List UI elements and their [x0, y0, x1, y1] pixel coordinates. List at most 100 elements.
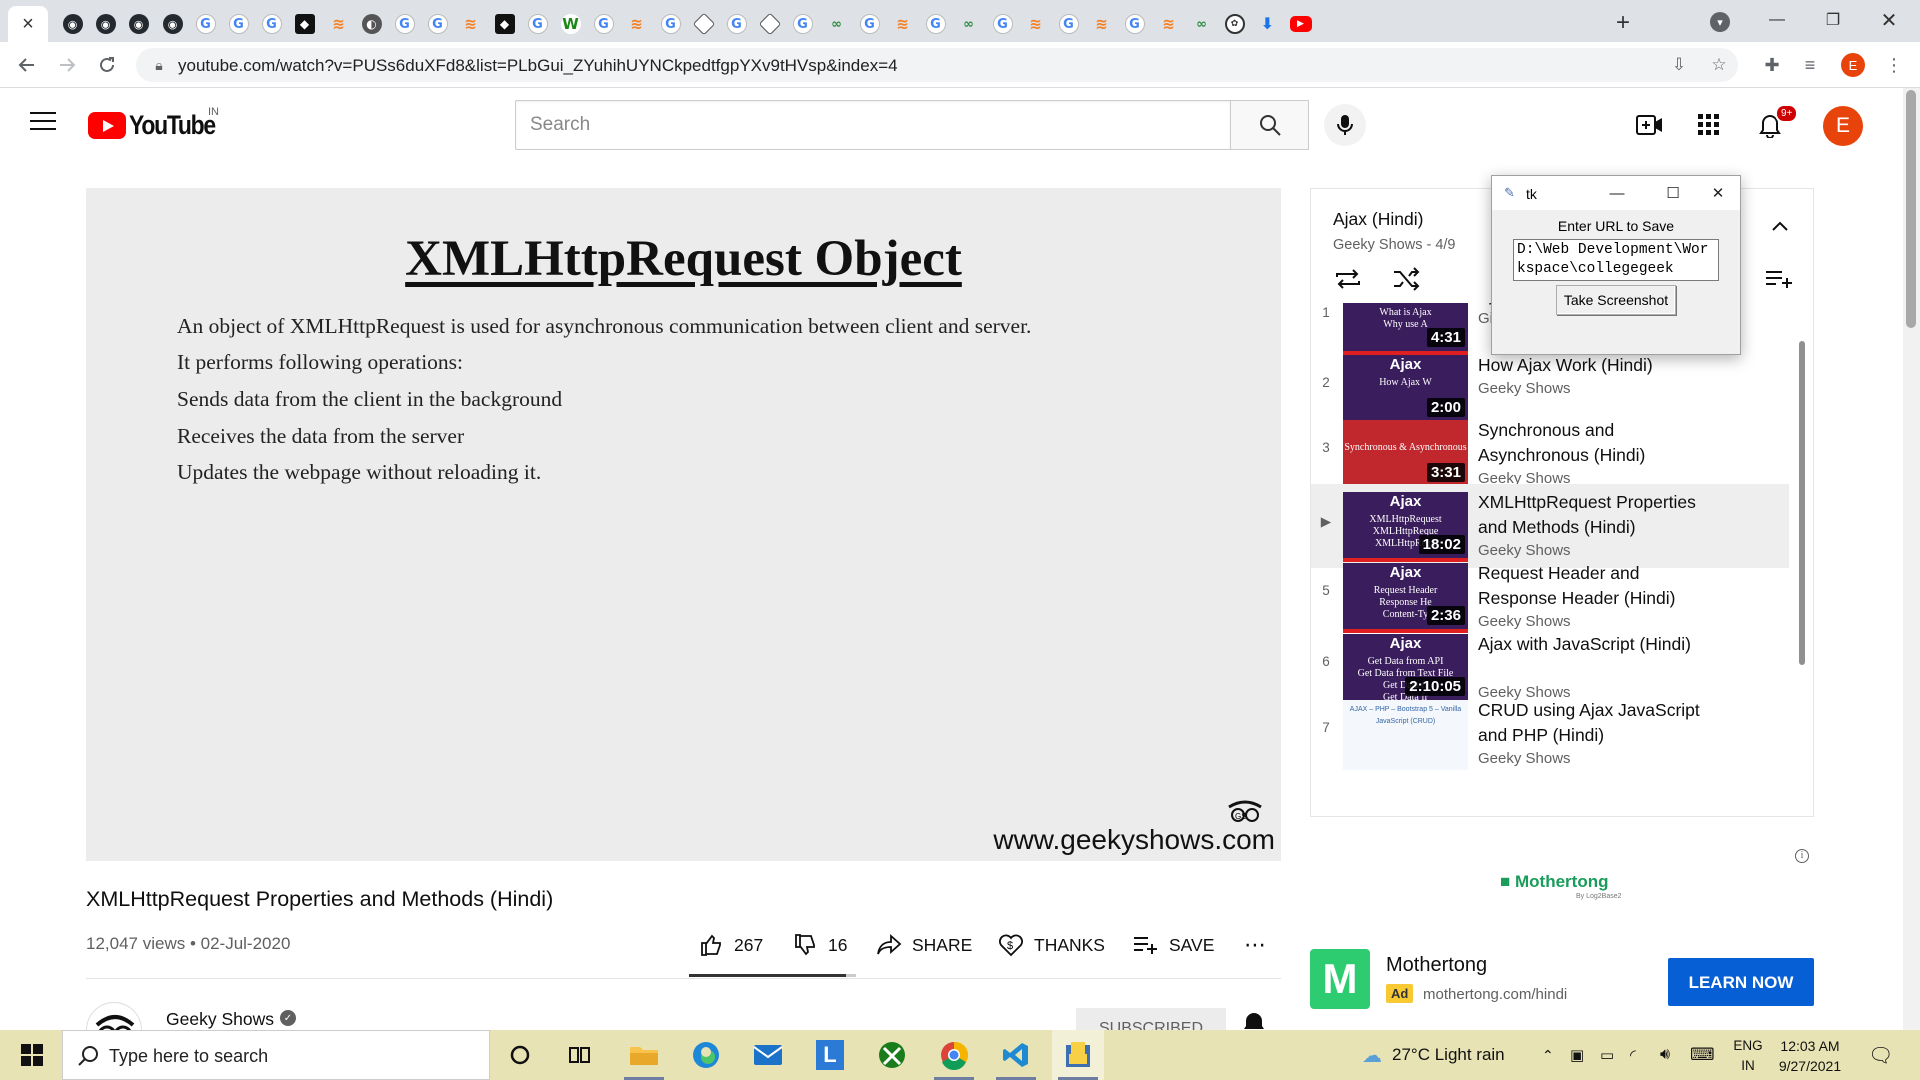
search-button[interactable] — [1230, 100, 1309, 150]
like-button[interactable]: 267 — [700, 930, 763, 960]
browser-tab[interactable]: ◉ — [89, 6, 122, 42]
shuffle-playlist-icon[interactable] — [1392, 267, 1422, 296]
address-bar[interactable]: 🔒︎ youtube.com/watch?v=PUSs6duXFd8&list=… — [136, 48, 1738, 82]
playlist-thumbnail[interactable]: Ajax Request Header Response He Content-T… — [1343, 563, 1468, 633]
ad-info-icon[interactable]: i — [1795, 849, 1809, 863]
lock-icon[interactable]: 🔒︎ — [146, 52, 172, 78]
browser-tab[interactable]: ◉ — [56, 6, 89, 42]
playlist-item-title[interactable]: CRUD using Ajax JavaScript and PHP (Hind… — [1478, 698, 1718, 748]
media-queue-icon[interactable]: ≡ — [1796, 51, 1824, 79]
cortana-button[interactable] — [494, 1030, 546, 1080]
browser-tab[interactable]: ≋ — [1019, 6, 1052, 42]
minimize-window-button[interactable]: — — [1754, 0, 1800, 40]
bookmark-star-icon[interactable]: ☆ — [1706, 52, 1732, 78]
browser-tab[interactable] — [687, 6, 720, 42]
extensions-puzzle-icon[interactable]: ✚ — [1758, 51, 1786, 79]
browser-tab[interactable]: G — [421, 6, 454, 42]
create-video-icon[interactable] — [1635, 110, 1665, 140]
browser-tab[interactable]: W — [554, 6, 587, 42]
channel-name[interactable]: Geeky Shows — [166, 1009, 274, 1030]
active-tab[interactable]: × — [8, 6, 48, 42]
video-player[interactable]: XMLHttpRequest Object An object of XMLHt… — [86, 188, 1281, 861]
collapse-playlist-icon[interactable] — [1771, 219, 1789, 237]
keyboard-icon[interactable]: ⌨ — [1690, 1030, 1715, 1080]
ad-title[interactable]: Mothertong — [1386, 954, 1487, 977]
browser-tab[interactable]: G — [654, 6, 687, 42]
browser-tab[interactable]: ≋ — [620, 6, 653, 42]
playlist-thumbnail[interactable]: AJAX – PHP – Bootstrap 5 – Vanilla JavaS… — [1343, 700, 1468, 770]
task-view-button[interactable] — [554, 1030, 606, 1080]
new-tab-button[interactable]: + — [1606, 8, 1640, 38]
volume-icon[interactable]: 🔊︎ — [1660, 1030, 1670, 1080]
browser-tab[interactable]: G — [521, 6, 554, 42]
tk-maximize-button[interactable]: ☐ — [1650, 176, 1696, 210]
more-actions-button[interactable]: ⋯ — [1244, 930, 1266, 960]
search-input[interactable]: Search — [515, 100, 1231, 150]
browser-tab[interactable]: ≋ — [322, 6, 355, 42]
install-app-icon[interactable]: ⇩ — [1666, 52, 1692, 78]
url-text[interactable]: youtube.com/watch?v=PUSs6duXFd8&list=PLb… — [178, 56, 898, 76]
playlist-scrollbar[interactable] — [1799, 341, 1805, 665]
browser-tab[interactable]: ◉ — [122, 6, 155, 42]
start-button[interactable] — [8, 1030, 56, 1080]
browser-tab[interactable]: ◐ — [355, 6, 388, 42]
playlist-title[interactable]: Ajax (Hindi) — [1333, 209, 1423, 230]
playlist-item-title[interactable]: Ajax with JavaScript (Hindi) — [1478, 632, 1718, 657]
close-window-button[interactable]: ✕ — [1866, 0, 1912, 40]
playlist-item-title[interactable]: Request Header and Response Header (Hind… — [1478, 561, 1718, 611]
apps-grid-icon[interactable] — [1694, 110, 1724, 140]
taskbar-search-box[interactable]: Type here to search — [62, 1030, 490, 1080]
wifi-icon[interactable]: ◜ — [1630, 1030, 1636, 1080]
browser-tab[interactable]: ≋ — [1152, 6, 1185, 42]
tk-minimize-button[interactable]: — — [1594, 176, 1640, 210]
python-app[interactable] — [1052, 1030, 1104, 1080]
browser-tab[interactable]: ∞ — [1185, 6, 1218, 42]
share-button[interactable]: SHARE — [876, 930, 972, 960]
save-playlist-icon[interactable] — [1765, 269, 1793, 294]
ad-learn-now-button[interactable]: LEARN NOW — [1668, 958, 1814, 1006]
vscode-app[interactable] — [990, 1030, 1042, 1080]
browser-tab[interactable]: G — [587, 6, 620, 42]
show-hidden-icons-chevron[interactable]: ⌃ — [1542, 1030, 1554, 1080]
reload-button[interactable] — [92, 50, 122, 80]
browser-tab[interactable]: G — [1118, 6, 1151, 42]
playlist-thumbnail[interactable]: Ajax XMLHttpRequest XMLHttpReque XMLHttpR… — [1343, 492, 1468, 562]
browser-tab[interactable]: G — [255, 6, 288, 42]
playlist-item[interactable]: 7 AJAX – PHP – Bootstrap 5 – Vanilla Java… — [1311, 692, 1789, 776]
tab-search-icon[interactable]: ▾ — [1710, 12, 1730, 32]
account-avatar[interactable]: E — [1823, 106, 1863, 146]
taskbar-clock[interactable]: 12:03 AM 9/27/2021 — [1772, 1036, 1848, 1076]
browser-tab[interactable]: ✿ — [1218, 6, 1251, 42]
page-scrollbar-thumb[interactable] — [1906, 90, 1916, 328]
browser-tab[interactable]: G — [189, 6, 222, 42]
weather-widget[interactable]: ☁ 27°C Light rain — [1362, 1030, 1505, 1080]
file-explorer-app[interactable] — [618, 1030, 670, 1080]
browser-tab[interactable]: G — [1052, 6, 1085, 42]
back-button[interactable] — [12, 50, 42, 80]
browser-tab[interactable]: G — [919, 6, 952, 42]
guide-menu-icon[interactable] — [30, 112, 56, 132]
mail-app[interactable] — [742, 1030, 794, 1080]
tk-url-entry[interactable]: D:\Web Development\Workspace\collegegeek — [1513, 239, 1719, 281]
browser-tab[interactable]: ≋ — [886, 6, 919, 42]
browser-tab[interactable]: ≋ — [454, 6, 487, 42]
playlist-thumbnail[interactable]: Synchronous & Asynchronous 3:31 — [1343, 420, 1468, 490]
dislike-button[interactable]: 16 — [794, 930, 847, 960]
chrome-app[interactable] — [928, 1030, 980, 1080]
browser-tab[interactable]: G — [853, 6, 886, 42]
forward-button[interactable] — [52, 50, 82, 80]
voice-search-button[interactable] — [1324, 104, 1366, 146]
browser-tab[interactable]: G — [986, 6, 1019, 42]
browser-tab[interactable]: ◆ — [288, 6, 321, 42]
maximize-window-button[interactable]: ❐ — [1810, 0, 1856, 40]
edge-app[interactable] — [680, 1030, 732, 1080]
battery-icon[interactable]: ▭ — [1600, 1030, 1614, 1080]
network-device-icon[interactable]: ▣ — [1570, 1030, 1584, 1080]
browser-tab[interactable]: G — [786, 6, 819, 42]
browser-tab[interactable]: ∞ — [952, 6, 985, 42]
browser-menu-icon[interactable]: ⋮ — [1880, 51, 1908, 79]
l-app[interactable]: L — [804, 1030, 856, 1080]
browser-tab[interactable]: G — [388, 6, 421, 42]
tk-title-bar[interactable]: ✎ tk — ☐ ✕ — [1492, 176, 1740, 210]
playlist-item-title[interactable]: How Ajax Work (Hindi) — [1478, 353, 1718, 378]
